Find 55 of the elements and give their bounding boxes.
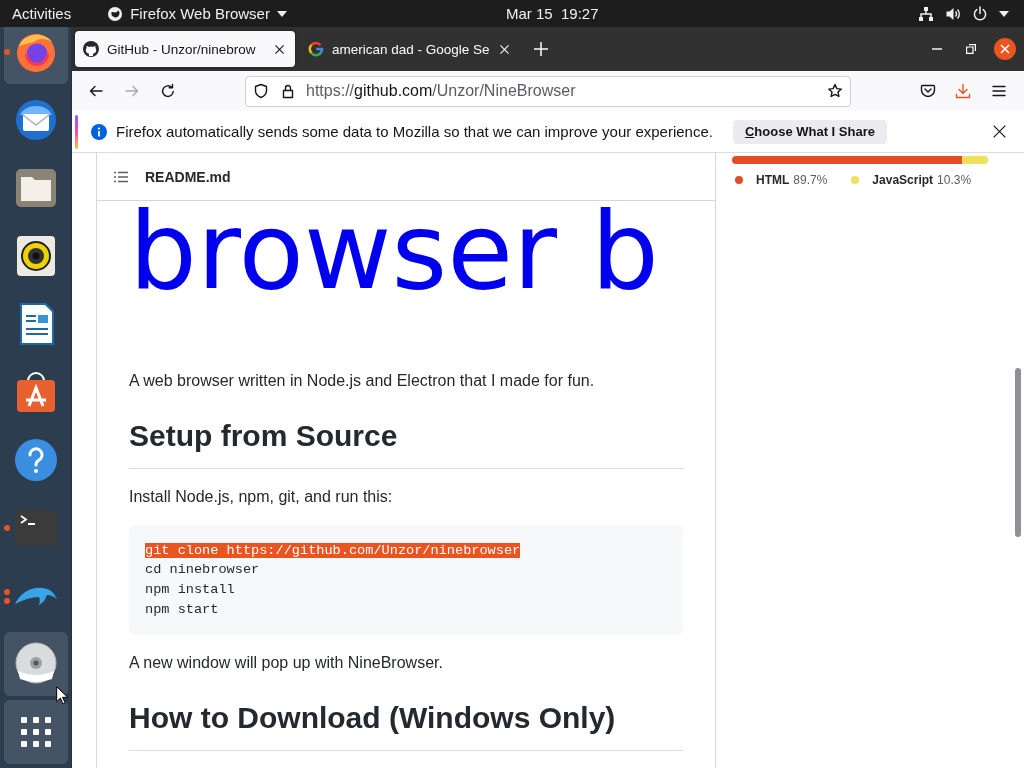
- caret-icon: [276, 10, 287, 17]
- mouse-pointer-icon: [56, 686, 68, 705]
- mail-icon: [13, 97, 59, 143]
- fox-globe-icon: [107, 5, 124, 22]
- lock-icon: [280, 83, 296, 99]
- language-share: 10.3%: [937, 172, 972, 189]
- language-name: HTML: [756, 172, 790, 189]
- menu-icon: [991, 83, 1007, 99]
- cat-logo-icon: [83, 41, 99, 57]
- plus-icon: [534, 42, 548, 56]
- language-name: JavaScript: [872, 172, 934, 189]
- help-icon: [13, 437, 59, 483]
- disc-icon: [13, 641, 59, 687]
- paragraph-text: Install Node.js, npm, git, and run this:: [129, 486, 394, 507]
- code-line: npm start: [145, 601, 219, 617]
- close-window-button[interactable]: [993, 37, 1017, 61]
- restore-icon: [966, 44, 976, 54]
- forward-icon: [124, 83, 140, 99]
- close-icon: [994, 38, 1016, 60]
- paragraph-text: A new window will pop up with NineBrowser.: [129, 653, 444, 674]
- back-icon: [88, 83, 104, 99]
- browser-tab[interactable]: GitHub - Unzor/ninebrow: [75, 31, 295, 67]
- logo-text: browser b: [129, 203, 661, 299]
- volume-icon: [945, 5, 961, 22]
- scrollbar-thumb[interactable]: [1015, 368, 1021, 537]
- paragraph-text: A web browser written in Node.js and Electron that I made for fun.: [129, 371, 596, 391]
- code-line: cd ninebrowser: [145, 562, 260, 578]
- choose-share-button[interactable]: Choose What I Share: [732, 119, 887, 144]
- notification-message: Firefox automatically sends some data to Mozilla so that we can improve your experience.: [116, 123, 713, 140]
- network-icon: [918, 5, 934, 22]
- code-line: npm install: [145, 581, 235, 597]
- url-field[interactable]: https://github.com/Unzor/NineBrowser: [245, 75, 851, 107]
- browser-tab[interactable]: american dad - Google Se: [300, 31, 520, 67]
- file-name: README.md: [145, 168, 231, 185]
- dock-item[interactable]: [4, 700, 68, 764]
- language-share: 89.7%: [793, 172, 828, 189]
- section-heading: Setup from Source: [129, 417, 683, 469]
- dock-item[interactable]: [4, 632, 68, 696]
- pouch-icon: [920, 83, 936, 99]
- close-icon: [992, 125, 1006, 138]
- info-icon: [91, 123, 107, 140]
- activities-button[interactable]: Activities: [12, 0, 72, 27]
- shield-icon: [253, 83, 269, 99]
- app-menu-button[interactable]: Firefox Web Browser: [107, 0, 287, 27]
- clock-button[interactable]: Mar 15 19:27: [505, 0, 599, 27]
- g-logo-icon: [308, 41, 324, 57]
- power-icon: [972, 5, 988, 22]
- section-heading: How to Download (Windows Only): [129, 699, 683, 751]
- minimize-icon: [932, 48, 942, 50]
- caret-icon: [999, 10, 1009, 17]
- close-icon: [499, 44, 509, 54]
- download-icon: [955, 83, 971, 99]
- star-icon: [827, 83, 843, 99]
- close-icon: [274, 44, 284, 54]
- reload-icon: [160, 83, 176, 99]
